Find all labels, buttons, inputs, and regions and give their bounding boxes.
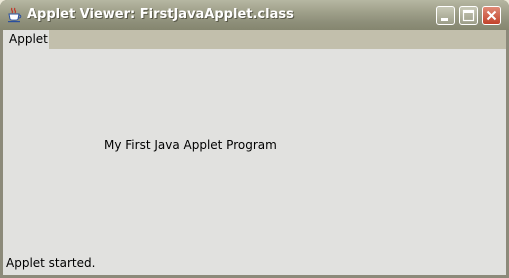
applet-message: My First Java Applet Program <box>104 138 277 152</box>
maximize-icon <box>462 9 475 22</box>
status-text: Applet started. <box>6 256 96 270</box>
status-bar: Applet started. <box>3 255 506 275</box>
minimize-icon <box>441 18 448 21</box>
applet-panel: My First Java Applet Program <box>3 49 506 255</box>
applet-viewer-window: Applet Viewer: FirstJavaApplet.class App… <box>0 0 509 278</box>
menu-applet[interactable]: Applet <box>3 30 49 49</box>
minimize-button[interactable] <box>436 6 455 25</box>
title-bar[interactable]: Applet Viewer: FirstJavaApplet.class <box>0 0 509 30</box>
close-button[interactable] <box>482 6 501 25</box>
menu-bar: Applet <box>3 30 506 49</box>
close-icon <box>486 10 497 21</box>
window-client-area: Applet My First Java Applet Program Appl… <box>3 30 506 275</box>
java-coffee-cup-icon[interactable] <box>6 7 22 23</box>
window-title: Applet Viewer: FirstJavaApplet.class <box>27 7 294 22</box>
maximize-button[interactable] <box>459 6 478 25</box>
